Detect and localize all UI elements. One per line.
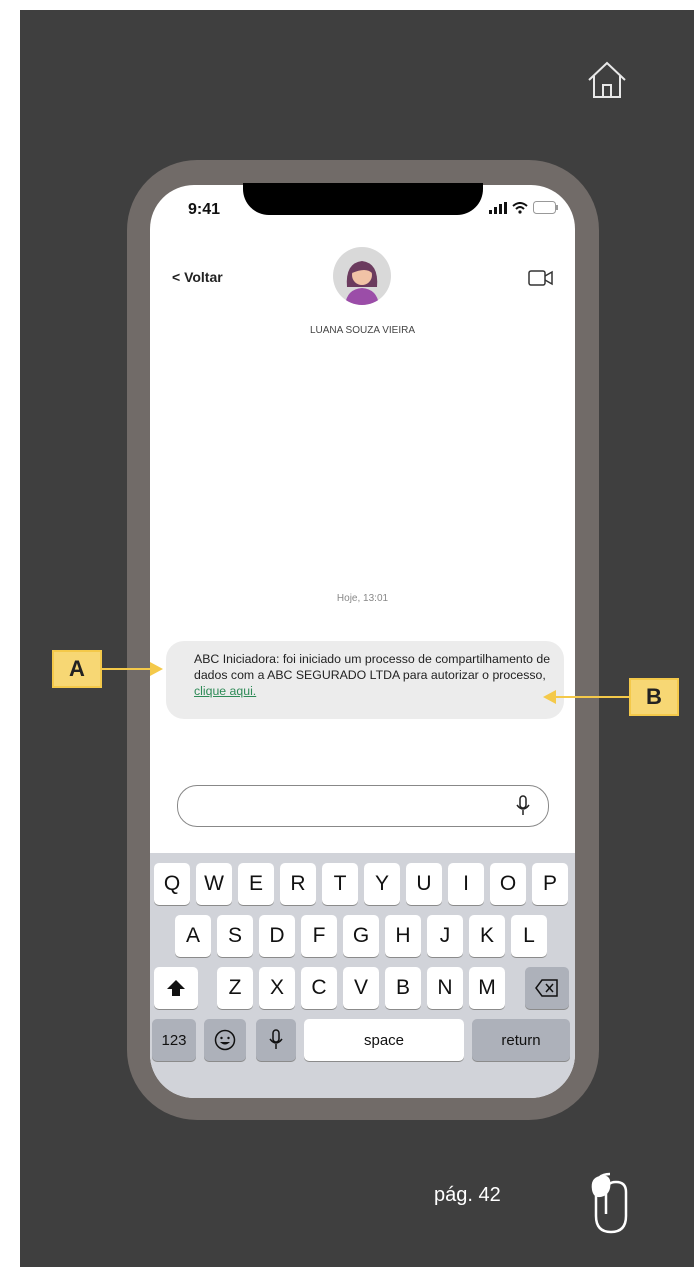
key-u[interactable]: U <box>406 863 442 905</box>
microphone-icon[interactable] <box>516 795 530 822</box>
key-c[interactable]: C <box>301 967 337 1009</box>
key-b[interactable]: B <box>385 967 421 1009</box>
emoji-icon <box>214 1029 236 1051</box>
arrow-head-b-icon <box>543 690 556 704</box>
key-e[interactable]: E <box>238 863 274 905</box>
wifi-icon <box>512 201 528 214</box>
callout-a: A <box>52 650 102 688</box>
phone-notch <box>243 183 483 215</box>
key-y[interactable]: Y <box>364 863 400 905</box>
emoji-key[interactable] <box>204 1019 246 1061</box>
key-w[interactable]: W <box>196 863 232 905</box>
callout-b-arrow <box>553 696 629 698</box>
message-input[interactable] <box>177 785 549 827</box>
key-m[interactable]: M <box>469 967 505 1009</box>
back-button[interactable]: < Voltar <box>172 269 223 285</box>
brand-logo-icon <box>588 1170 634 1241</box>
shift-key[interactable] <box>154 967 198 1009</box>
key-q[interactable]: Q <box>154 863 190 905</box>
key-j[interactable]: J <box>427 915 463 957</box>
status-icons <box>489 201 559 214</box>
key-a[interactable]: A <box>175 915 211 957</box>
backspace-key[interactable] <box>525 967 569 1009</box>
callout-b: B <box>629 678 679 716</box>
message-text: ABC Iniciadora: foi iniciado um processo… <box>194 652 551 682</box>
contact-name: LUANA SOUZA VIEIRA <box>309 325 416 336</box>
key-d[interactable]: D <box>259 915 295 957</box>
microphone-icon <box>269 1029 283 1049</box>
key-z[interactable]: Z <box>217 967 253 1009</box>
key-v[interactable]: V <box>343 967 379 1009</box>
key-f[interactable]: F <box>301 915 337 957</box>
key-h[interactable]: H <box>385 915 421 957</box>
key-x[interactable]: X <box>259 967 295 1009</box>
key-r[interactable]: R <box>280 863 316 905</box>
home-icon[interactable] <box>585 58 629 102</box>
key-n[interactable]: N <box>427 967 463 1009</box>
key-p[interactable]: P <box>532 863 568 905</box>
keyboard: Q W E R T Y U I O P A S D F G H J K L Z … <box>150 853 575 1098</box>
key-k[interactable]: K <box>469 915 505 957</box>
key-t[interactable]: T <box>322 863 358 905</box>
key-s[interactable]: S <box>217 915 253 957</box>
phone-screen: 9:41 < Voltar LUANA SOUZA VIEIRA Hoje, 1… <box>150 185 575 1098</box>
message-bubble: ABC Iniciadora: foi iniciado um processo… <box>166 641 564 719</box>
backspace-icon <box>535 979 558 997</box>
dictation-key[interactable] <box>256 1019 296 1061</box>
status-time: 9:41 <box>188 201 221 218</box>
key-i[interactable]: I <box>448 863 484 905</box>
battery-icon <box>533 201 558 214</box>
video-call-icon[interactable] <box>528 269 554 292</box>
message-text-container: ABC Iniciadora: foi iniciado um processo… <box>194 651 554 699</box>
callout-a-arrow <box>102 668 157 670</box>
key-l[interactable]: L <box>511 915 547 957</box>
arrow-head-a-icon <box>150 662 163 676</box>
key-o[interactable]: O <box>490 863 526 905</box>
numbers-key[interactable]: 123 <box>152 1019 196 1061</box>
key-g[interactable]: G <box>343 915 379 957</box>
message-link[interactable]: clique aqui. <box>194 684 256 698</box>
return-key[interactable]: return <box>472 1019 570 1061</box>
avatar[interactable] <box>333 247 391 305</box>
page-number: pág. 42 <box>434 1184 501 1206</box>
shift-icon <box>167 980 185 996</box>
signal-icon <box>489 201 507 214</box>
message-timestamp: Hoje, 13:01 <box>336 593 389 604</box>
space-key[interactable]: space <box>304 1019 464 1061</box>
